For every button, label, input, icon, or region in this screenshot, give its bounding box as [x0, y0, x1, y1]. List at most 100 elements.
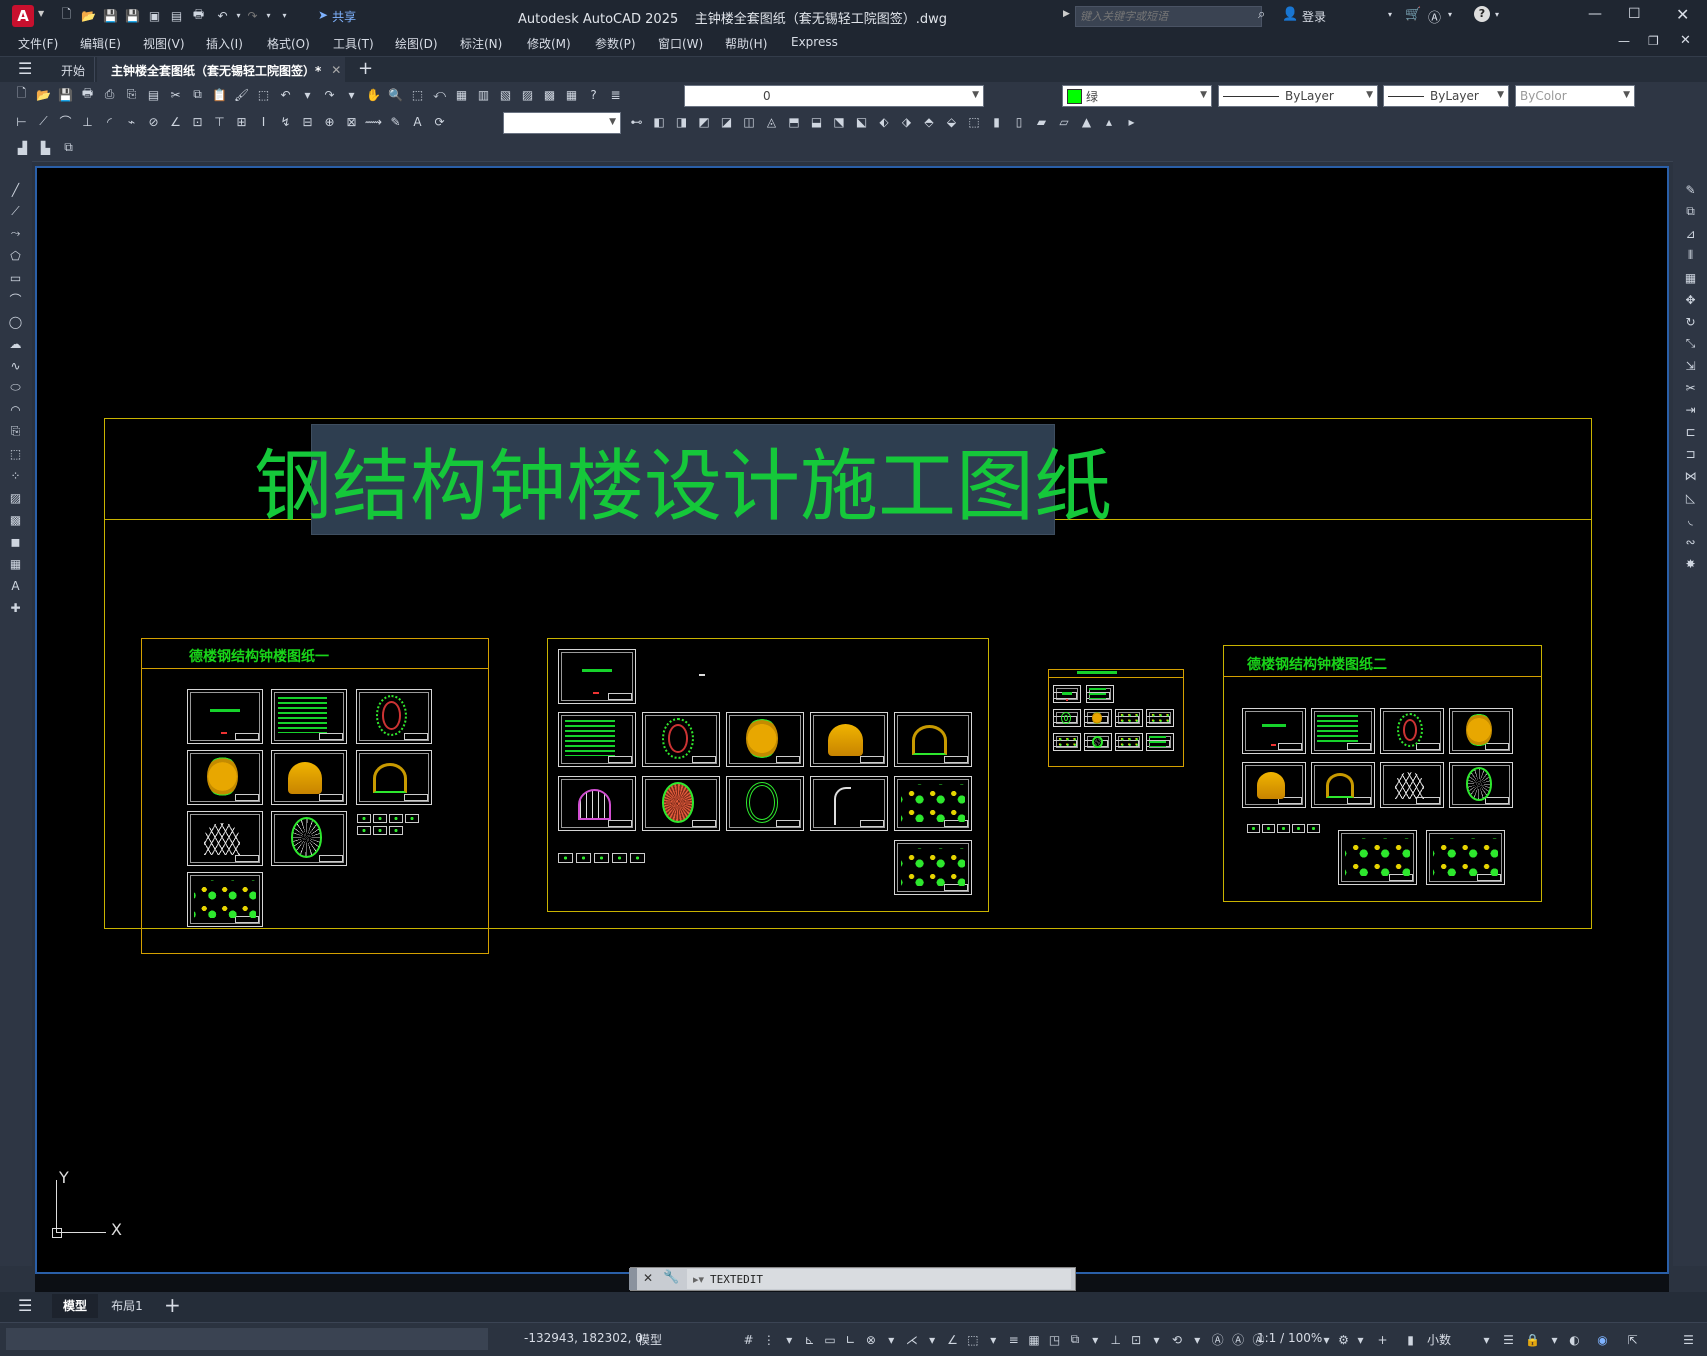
g4-sheet-cover[interactable]: [1242, 708, 1306, 754]
dim-space-icon[interactable]: Ⅰ: [255, 113, 272, 130]
fillet-icon[interactable]: ◟: [1682, 511, 1699, 528]
sheetset-icon[interactable]: ▨: [519, 86, 536, 103]
dim-aligned-icon[interactable]: ⟋: [35, 113, 52, 130]
save-icon[interactable]: 💾: [102, 7, 119, 24]
trim-icon[interactable]: ✂: [1682, 379, 1699, 396]
g4-mini-5[interactable]: [1307, 824, 1320, 833]
g2-mini-2[interactable]: [576, 853, 591, 863]
auto-scale-icon[interactable]: Ⓐ: [1230, 1331, 1247, 1348]
shell-icon[interactable]: ▸: [1123, 113, 1140, 130]
block-editor-icon[interactable]: ⬚: [255, 86, 272, 103]
g2-sheet-arch[interactable]: [810, 776, 888, 831]
object-snap-chevron-icon[interactable]: ▾: [985, 1331, 1002, 1348]
join-icon[interactable]: ⋈: [1682, 467, 1699, 484]
rectangle-icon[interactable]: ▭: [7, 269, 24, 286]
add-layout-plus-icon[interactable]: +: [164, 1293, 181, 1317]
workspace-chevron-icon[interactable]: ▾: [1352, 1331, 1369, 1348]
g3-sheet-7[interactable]: [1053, 733, 1081, 751]
annotation-scale[interactable]: 1:1 / 100%: [1257, 1331, 1322, 1345]
layer-tools-icon[interactable]: ⧉: [60, 139, 77, 156]
insert-block-icon[interactable]: ▟: [14, 139, 31, 156]
undo-list-icon[interactable]: ▾: [299, 86, 316, 103]
g2-mini-4[interactable]: [612, 853, 627, 863]
cut-icon[interactable]: ✂: [167, 86, 184, 103]
line-icon[interactable]: ╱: [7, 181, 24, 198]
separate-icon[interactable]: ▴: [1101, 113, 1118, 130]
color-dropdown[interactable]: 绿 ▼: [1062, 85, 1212, 107]
polar-chevron-icon[interactable]: ▾: [883, 1331, 900, 1348]
dim-ordinate-icon[interactable]: ⊥: [79, 113, 96, 130]
matchprop-icon[interactable]: 🖌: [233, 86, 250, 103]
g1-sheet-details[interactable]: [187, 872, 263, 927]
dim-radius-icon[interactable]: ◜: [101, 113, 118, 130]
calculator-icon[interactable]: ▦: [563, 86, 580, 103]
construction-line-icon[interactable]: ⟋: [7, 203, 24, 220]
g2-sheet-details-2[interactable]: [894, 840, 972, 895]
gradient-icon[interactable]: ▩: [7, 511, 24, 528]
maximize-icon[interactable]: ☐: [1628, 6, 1641, 22]
command-settings-icon[interactable]: 🔧: [663, 1270, 679, 1285]
model-space-button[interactable]: 模型: [638, 1331, 662, 1348]
isodraft-chevron-icon[interactable]: ▾: [924, 1331, 941, 1348]
imprint-icon[interactable]: ▲: [1078, 113, 1095, 130]
center-mark-icon[interactable]: ⊕: [321, 113, 338, 130]
g4-mini-3[interactable]: [1277, 824, 1290, 833]
command-input[interactable]: ▸▾ TEXTEDIT: [687, 1269, 1071, 1289]
g1-sheet-cover[interactable]: [187, 689, 263, 744]
scale-icon[interactable]: ⤡: [1682, 335, 1699, 352]
dim-linear-icon[interactable]: ⊢: [13, 113, 30, 130]
save-web-icon[interactable]: ▤: [168, 7, 185, 24]
group4-title[interactable]: 德楼钢结构钟楼图纸二: [1247, 654, 1387, 674]
pan-icon[interactable]: ✋: [365, 86, 382, 103]
dim-jogged-icon[interactable]: ⌁: [123, 113, 140, 130]
logo-menu-chevron-icon[interactable]: ▼: [38, 9, 44, 18]
redo-icon[interactable]: ↷: [244, 7, 261, 24]
g2-sheet-details-1[interactable]: [894, 776, 972, 831]
user-icon[interactable]: 👤: [1282, 7, 1298, 22]
command-line-grip[interactable]: [629, 1268, 637, 1290]
copy-icon[interactable]: ⧉: [189, 86, 206, 103]
g4-mini-4[interactable]: [1292, 824, 1305, 833]
ellipse-arc-icon[interactable]: ◠: [7, 401, 24, 418]
gizmo-chevron-icon[interactable]: ▾: [1189, 1331, 1206, 1348]
g3-sheet-3[interactable]: [1053, 709, 1081, 727]
lineweight-icon[interactable]: ≡: [1005, 1331, 1022, 1348]
dimstyle-icon[interactable]: ⊷: [628, 113, 645, 130]
blend-curves-icon[interactable]: ∾: [1682, 533, 1699, 550]
object-snap-icon[interactable]: ⬚: [964, 1331, 981, 1348]
units-icon[interactable]: ▮: [1402, 1331, 1419, 1348]
tab-layout1[interactable]: 布局1: [104, 1294, 150, 1318]
dim-angular-icon[interactable]: ∠: [167, 113, 184, 130]
minimize-icon[interactable]: —: [1588, 6, 1602, 22]
annotation-visibility-icon[interactable]: Ⓐ: [1209, 1331, 1226, 1348]
hatch-icon[interactable]: ▨: [7, 489, 24, 506]
table-icon[interactable]: ▦: [7, 555, 24, 572]
menu-format[interactable]: 格式(O): [267, 35, 310, 52]
redo-dropdown-chevron-icon[interactable]: ▾: [260, 7, 277, 24]
g2-mini-1[interactable]: [558, 853, 573, 863]
publish-icon[interactable]: ⎘: [123, 86, 140, 103]
erase-icon[interactable]: ✎: [1682, 181, 1699, 198]
help-chevron-icon[interactable]: ▾: [1495, 10, 1499, 19]
search-input[interactable]: [1075, 6, 1262, 27]
menu-window[interactable]: 窗口(W): [658, 35, 703, 52]
markup-icon[interactable]: ▩: [541, 86, 558, 103]
command-line[interactable]: ✕ 🔧 ▸▾ TEXTEDIT: [629, 1267, 1076, 1291]
g3-sheet-2[interactable]: [1086, 685, 1114, 703]
polyline-icon[interactable]: ⤳: [7, 225, 24, 242]
undo-icon[interactable]: ↶: [214, 7, 231, 24]
g4-mini-2[interactable]: [1262, 824, 1275, 833]
plot-preview-icon[interactable]: ⎙: [101, 86, 118, 103]
g3-sheet-6[interactable]: [1146, 709, 1174, 727]
close-icon[interactable]: ✕: [1676, 5, 1689, 24]
section-icon[interactable]: ⬕: [853, 113, 870, 130]
menu-draw[interactable]: 绘图(D): [395, 35, 438, 52]
subtract-icon[interactable]: ⬙: [943, 113, 960, 130]
open-icon[interactable]: 📂: [35, 86, 52, 103]
menu-tools[interactable]: 工具(T): [333, 35, 374, 52]
intersect-icon[interactable]: ⬚: [966, 113, 983, 130]
zoom-realtime-icon[interactable]: 🔍: [387, 86, 404, 103]
g3-sheet-1[interactable]: [1053, 685, 1081, 703]
snap-chevron-icon[interactable]: ▾: [781, 1331, 798, 1348]
extrude-icon[interactable]: ⬒: [786, 113, 803, 130]
